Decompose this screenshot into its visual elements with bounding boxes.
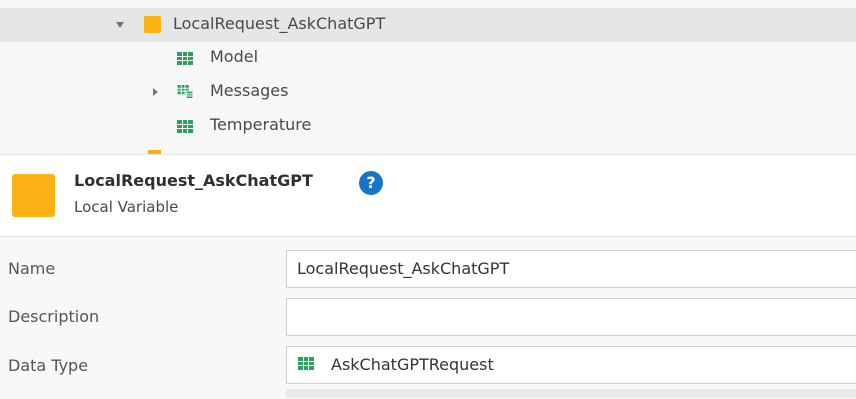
name-label: Name: [8, 259, 56, 278]
tree-item-localrequest[interactable]: LocalRequest_AskChatGPT: [0, 8, 856, 42]
list-grid-icon: [177, 85, 193, 98]
description-label: Description: [8, 307, 100, 326]
data-type-label: Data Type: [8, 356, 89, 375]
tree-item-label: Temperature: [210, 115, 312, 134]
local-variable-icon: [144, 16, 161, 33]
tree-item-model[interactable]: Model: [0, 42, 856, 74]
structure-grid-icon: [298, 357, 314, 370]
tree-panel: LocalRequest_AskChatGPT Model Messages T…: [0, 0, 856, 155]
attribute-grid-icon: [177, 52, 193, 65]
tree-item-label: Model: [210, 47, 259, 66]
description-field[interactable]: [286, 298, 856, 336]
chevron-right-icon[interactable]: [153, 88, 158, 96]
properties-header: [0, 155, 856, 235]
object-name: LocalRequest_AskChatGPT: [74, 171, 313, 190]
object-kind: Local Variable: [74, 198, 179, 216]
tree-item-messages[interactable]: Messages: [0, 76, 856, 108]
help-icon[interactable]: ?: [359, 171, 383, 195]
next-field: [286, 389, 856, 398]
chevron-down-icon[interactable]: [116, 22, 124, 28]
name-field[interactable]: LocalRequest_AskChatGPT: [286, 250, 856, 288]
attribute-grid-icon: [177, 120, 193, 133]
local-variable-icon: [12, 174, 55, 217]
tree-item-label: LocalRequest_AskChatGPT: [173, 14, 386, 33]
local-variable-icon: [148, 150, 161, 154]
tree-item-temperature[interactable]: Temperature: [0, 110, 856, 142]
data-type-field[interactable]: AskChatGPTRequest: [286, 346, 856, 384]
tree-item-label: Messages: [210, 81, 289, 100]
